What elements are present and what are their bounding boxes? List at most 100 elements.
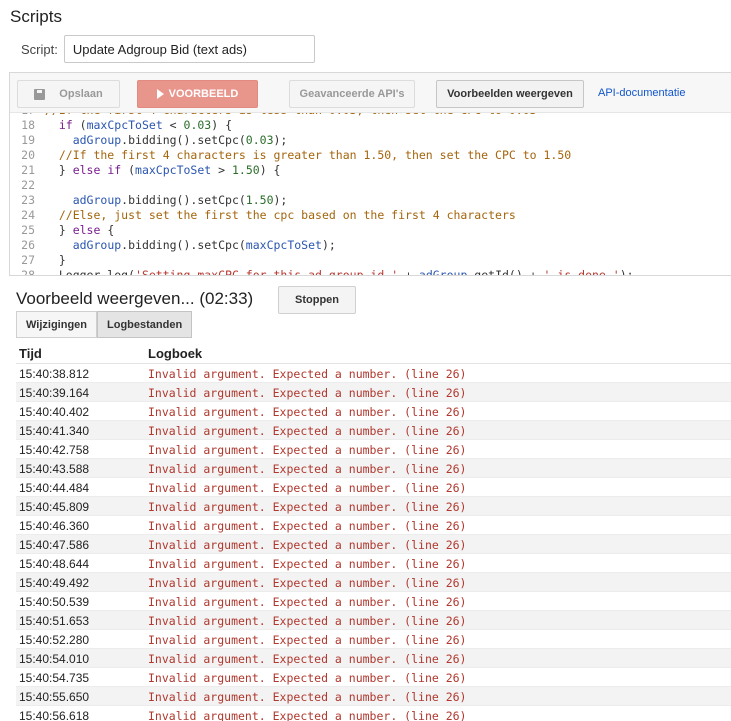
log-timestamp: 15:40:40.402 <box>19 405 90 419</box>
code-line: 25 } else { <box>10 223 114 238</box>
code-token: { <box>100 223 115 237</box>
log-timestamp: 15:40:46.360 <box>19 519 90 533</box>
code-token: 1.50 <box>231 163 260 177</box>
log-timestamp: 15:40:54.735 <box>19 671 90 685</box>
play-icon <box>156 89 164 99</box>
log-message: Invalid argument. Expected a number. (li… <box>148 519 467 533</box>
log-message: Invalid argument. Expected a number. (li… <box>148 690 467 704</box>
column-header-time: Tijd <box>19 346 42 361</box>
code-line: 21 } else if (maxCpcToSet > 1.50) { <box>10 163 280 178</box>
log-timestamp: 15:40:47.586 <box>19 538 90 552</box>
log-timestamp: 15:40:42.758 <box>19 443 90 457</box>
preview-button-label: VOORBEELD <box>168 88 239 100</box>
advanced-apis-button[interactable]: Geavanceerde API's <box>289 80 415 108</box>
code-token: if <box>58 118 73 132</box>
code-token: > <box>211 163 232 177</box>
log-timestamp: 15:40:55.650 <box>19 690 90 704</box>
log-timestamp: 15:40:48.644 <box>19 557 90 571</box>
code-token: adGroup <box>72 193 122 207</box>
table-row: 15:40:54.735 Invalid argument. Expected a… <box>16 668 731 687</box>
api-documentation-link[interactable]: API-documentatie <box>598 87 685 99</box>
code-token: //If the first 4 characters is greater t… <box>45 148 572 162</box>
save-button[interactable]: Opslaan <box>17 80 120 108</box>
table-row: 15:40:48.644 Invalid argument. Expected a… <box>16 554 731 573</box>
code-line: 20 //If the first 4 characters is greate… <box>10 148 571 163</box>
table-row: 15:40:45.809 Invalid argument. Expected a… <box>16 497 731 516</box>
code-line: 28 Logger.log('Setting maxCPC for this a… <box>10 268 633 276</box>
code-token: } <box>45 223 73 237</box>
script-name-row: Script: <box>21 35 315 63</box>
code-token: else if <box>72 163 122 177</box>
log-message: Invalid argument. Expected a number. (li… <box>148 424 467 438</box>
code-token: .bidding().setCpc( <box>121 133 246 147</box>
code-token: .bidding().setCpc( <box>121 193 246 207</box>
log-message: Invalid argument. Expected a number. (li… <box>148 481 467 495</box>
code-token: ) { <box>259 163 281 177</box>
code-token: ); <box>321 238 336 252</box>
code-line: 19 adGroup.bidding().setCpc(0.03); <box>10 133 287 148</box>
log-timestamp: 15:40:39.164 <box>19 386 90 400</box>
tab-changes[interactable]: Wijzigingen <box>16 311 98 338</box>
code-line: 22 <box>10 178 45 193</box>
log-message: Invalid argument. Expected a number. (li… <box>148 386 467 400</box>
table-row: 15:40:51.653 Invalid argument. Expected a… <box>16 611 731 630</box>
show-examples-button[interactable]: Voorbeelden weergeven <box>436 80 584 108</box>
code-token: ( <box>72 118 87 132</box>
preview-title: Voorbeeld weergeven... (02:33) <box>16 289 254 308</box>
code-token: 0.03 <box>183 118 212 132</box>
table-row: 15:40:43.588 Invalid argument. Expected a… <box>16 459 731 478</box>
log-table-header: Tijd Logboek <box>16 345 731 364</box>
code-token: ); <box>273 133 288 147</box>
code-token: //Else, just set the first the cpc based… <box>45 208 516 222</box>
code-token: maxCpcToSet <box>245 238 322 252</box>
code-line: 27 } <box>10 253 66 268</box>
table-row: 15:40:49.492 Invalid argument. Expected a… <box>16 573 731 592</box>
code-line: 26 adGroup.bidding().setCpc(maxCpcToSet)… <box>10 238 336 253</box>
table-row: 15:40:56.618 Invalid argument. Expected a… <box>16 706 731 721</box>
tab-logs[interactable]: Logbestanden <box>97 311 193 338</box>
line-number: 23 <box>21 193 35 207</box>
line-number: 28 <box>21 268 35 276</box>
line-number: 20 <box>21 148 35 162</box>
table-row: 15:40:47.586 Invalid argument. Expected a… <box>16 535 731 554</box>
save-button-label: Opslaan <box>59 88 103 100</box>
log-message: Invalid argument. Expected a number. (li… <box>148 633 467 647</box>
code-line: 23 adGroup.bidding().setCpc(1.50); <box>10 193 287 208</box>
script-label: Script: <box>21 41 58 57</box>
preview-button[interactable]: VOORBEELD <box>137 80 258 108</box>
script-name-input[interactable] <box>63 35 315 63</box>
log-table: 15:40:38.812 Invalid argument. Expected a… <box>16 364 731 721</box>
table-row: 15:40:39.164 Invalid argument. Expected a… <box>16 383 731 402</box>
log-timestamp: 15:40:38.812 <box>19 367 90 381</box>
log-message: Invalid argument. Expected a number. (li… <box>148 595 467 609</box>
code-token: ( <box>121 163 136 177</box>
script-editor: Opslaan VOORBEELD Geavanceerde API's Voo… <box>9 72 731 276</box>
code-token: //If the first 4 characters is less than… <box>45 113 537 117</box>
code-token: else <box>72 223 101 237</box>
line-number: 25 <box>21 223 35 237</box>
log-timestamp: 15:40:51.653 <box>19 614 90 628</box>
log-message: Invalid argument. Expected a number. (li… <box>148 367 467 381</box>
code-token: + <box>398 268 419 276</box>
log-timestamp: 15:40:56.618 <box>19 709 90 721</box>
log-message: Invalid argument. Expected a number. (li… <box>148 443 467 457</box>
table-row: 15:40:42.758 Invalid argument. Expected a… <box>16 440 731 459</box>
code-line: 18 if (maxCpcToSet < 0.03) { <box>10 118 232 133</box>
code-token: ' is done.' <box>543 268 620 276</box>
log-timestamp: 15:40:45.809 <box>19 500 90 514</box>
log-timestamp: 15:40:49.492 <box>19 576 90 590</box>
code-token: adGroup <box>418 268 468 276</box>
code-token: ); <box>273 193 288 207</box>
code-area[interactable]: 17//If the first 4 characters is less th… <box>10 113 731 276</box>
page-title: Scripts <box>10 7 62 26</box>
log-message: Invalid argument. Expected a number. (li… <box>148 652 467 666</box>
log-message: Invalid argument. Expected a number. (li… <box>148 557 467 571</box>
code-token: .getId() + <box>467 268 544 276</box>
log-message: Invalid argument. Expected a number. (li… <box>148 405 467 419</box>
code-token: maxCpcToSet <box>135 163 212 177</box>
line-number: 26 <box>21 238 35 252</box>
stop-button[interactable]: Stoppen <box>278 286 356 314</box>
code-token: 1.50 <box>245 193 274 207</box>
table-row: 15:40:50.539 Invalid argument. Expected a… <box>16 592 731 611</box>
